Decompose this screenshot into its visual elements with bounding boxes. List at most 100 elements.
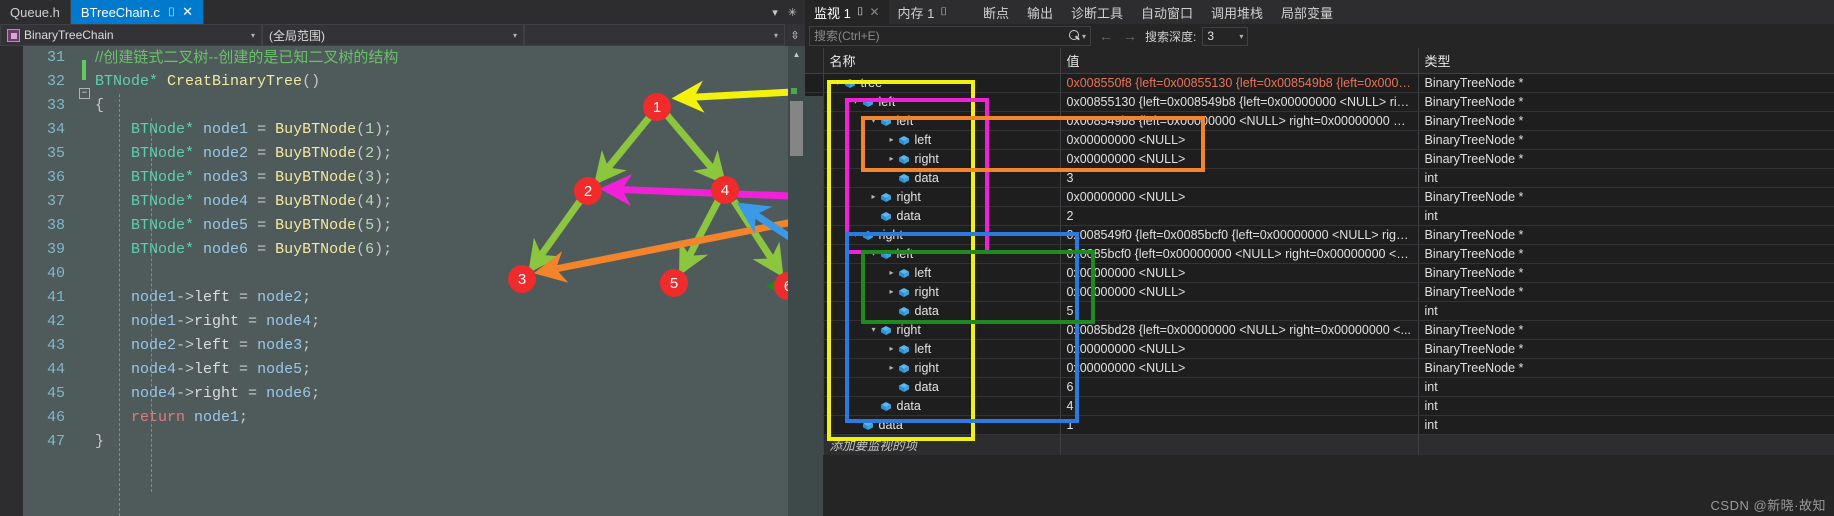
watch-row[interactable]: ▾ right 0x0085bd28 {left=0x00000000 <NULL>…	[805, 320, 1834, 340]
close-icon[interactable]: ✕	[869, 5, 879, 19]
code-line[interactable]: 37 BTNode* node4 = BuyBTNode(4);	[23, 190, 805, 214]
watch-name-cell[interactable]: ▸ right	[823, 282, 1061, 302]
collapsed-arrow-icon[interactable]: ▸	[886, 264, 898, 282]
watch-row[interactable]: data 6 int	[805, 377, 1834, 397]
tab-btreechain-c[interactable]: BTreeChain.c ⌷ ✕	[70, 0, 204, 24]
debug-tab-1[interactable]: 内存 1 ⌷	[889, 0, 956, 24]
collapsed-arrow-icon[interactable]: ▸	[886, 359, 898, 377]
debug-tab-2[interactable]: 断点	[974, 0, 1018, 24]
watch-name-cell[interactable]: data	[823, 415, 1061, 435]
watch-name-cell[interactable]: ▾ right	[823, 320, 1061, 340]
watch-row[interactable]: ▸ right 0x00000000 <NULL> BinaryTreeNode *	[805, 358, 1834, 378]
collapse-icon[interactable]: −	[79, 88, 90, 99]
watch-row[interactable]: ▾ left 0x008549b8 {left=0x00000000 <NULL> …	[805, 111, 1834, 131]
code-editor[interactable]: 31//创建链式二叉树--创建的是已知二叉树的结构 32− BTNode* Crea…	[0, 46, 805, 516]
watch-row[interactable]: ▾ tree 0x008550f8 {left=0x00855130 {left=0…	[805, 73, 1834, 93]
collapsed-arrow-icon[interactable]: ▸	[886, 131, 898, 149]
watch-row[interactable]: ▸ right 0x00000000 <NULL> BinaryTreeNode *	[805, 187, 1834, 207]
chevron-down-icon[interactable]: ▾	[1082, 32, 1086, 41]
member-scope-dropdown[interactable]: (全局范围) ▾	[262, 24, 524, 46]
search-input-wrapper[interactable]: ▾	[809, 26, 1091, 46]
collapsed-arrow-icon[interactable]: ▸	[886, 283, 898, 301]
gear-icon[interactable]: ✳	[788, 6, 797, 19]
watch-value-cell[interactable]: 0x00000000 <NULL>	[1060, 358, 1419, 378]
code-line[interactable]: 33 {	[23, 94, 805, 118]
watch-row[interactable]: ▾ left 0x00855130 {left=0x008549b8 {left=0…	[805, 92, 1834, 112]
watch-value-cell[interactable]: 0x00000000 <NULL>	[1060, 263, 1419, 283]
search-input[interactable]	[814, 29, 1069, 43]
watch-value-cell[interactable]: 0x0085bcf0 {left=0x00000000 <NULL> right…	[1060, 244, 1419, 264]
watch-value-cell[interactable]: 0x00000000 <NULL>	[1060, 282, 1419, 302]
debug-tab-7[interactable]: 局部变量	[1272, 0, 1342, 24]
expanded-arrow-icon[interactable]: ▾	[832, 74, 844, 92]
search-prev-button[interactable]: ←	[1097, 28, 1115, 44]
watch-row[interactable]: ▸ right 0x00000000 <NULL> BinaryTreeNode *	[805, 282, 1834, 302]
expanded-arrow-icon[interactable]: ▾	[850, 226, 862, 244]
watch-name-cell[interactable]: ▾ left	[823, 244, 1061, 264]
watch-name-cell[interactable]: ▸ right	[823, 187, 1061, 207]
code-line[interactable]: 47}	[23, 430, 805, 454]
watch-row[interactable]: ▸ right 0x00000000 <NULL> BinaryTreeNode *	[805, 149, 1834, 169]
watch-row[interactable]: data 2 int	[805, 206, 1834, 226]
watch-value-cell[interactable]: 0x00000000 <NULL>	[1060, 149, 1419, 169]
watch-value-cell[interactable]: 4	[1060, 396, 1419, 416]
watch-row[interactable]: data 4 int	[805, 396, 1834, 416]
watch-name-cell[interactable]: ▸ left	[823, 130, 1061, 150]
watch-row[interactable]: ▾ left 0x0085bcf0 {left=0x00000000 <NULL> …	[805, 244, 1834, 264]
collapsed-arrow-icon[interactable]: ▸	[886, 340, 898, 358]
chevron-down-icon[interactable]: ▾	[772, 6, 778, 19]
debug-tab-0[interactable]: 监视 1 ⌷ ✕	[805, 0, 889, 24]
watch-name-cell[interactable]: data	[823, 377, 1061, 397]
code-line[interactable]: 34 BTNode* node1 = BuyBTNode(1);	[23, 118, 805, 142]
watch-name-cell[interactable]: ▾ left	[823, 111, 1061, 131]
watch-value-cell[interactable]: 5	[1060, 301, 1419, 321]
debug-tab-3[interactable]: 输出	[1018, 0, 1062, 24]
code-line[interactable]: 42 node1->right = node4;	[23, 310, 805, 334]
watch-value-cell[interactable]: 1	[1060, 415, 1419, 435]
search-depth-dropdown[interactable]: 3 ▾	[1202, 26, 1249, 46]
code-text-area[interactable]: 31//创建链式二叉树--创建的是已知二叉树的结构 32− BTNode* Crea…	[23, 46, 805, 516]
column-header-name[interactable]: 名称	[823, 48, 1061, 74]
watch-value-cell[interactable]: 0x008549b8 {left=0x00000000 <NULL> right…	[1060, 111, 1419, 131]
code-line[interactable]: 41 node1->left = node2;	[23, 286, 805, 310]
code-line[interactable]: 46 return node1;	[23, 406, 805, 430]
debug-tab-6[interactable]: 调用堆栈	[1202, 0, 1272, 24]
watch-value-cell[interactable]: 0x008549f0 {left=0x0085bcf0 {left=0x0000…	[1060, 225, 1419, 245]
watch-name-cell[interactable]: data	[823, 301, 1061, 321]
watch-name-cell[interactable]: data	[823, 396, 1061, 416]
watch-value-cell[interactable]: 0x00000000 <NULL>	[1060, 130, 1419, 150]
watch-value-cell[interactable]: 0x00855130 {left=0x008549b8 {left=0x0000…	[1060, 92, 1419, 112]
collapsed-arrow-icon[interactable]: ▸	[868, 188, 880, 206]
column-header-type[interactable]: 类型	[1418, 48, 1834, 74]
pin-icon[interactable]: ⌷	[168, 5, 175, 20]
code-line[interactable]: 38 BTNode* node5 = BuyBTNode(5);	[23, 214, 805, 238]
code-line[interactable]: 35 BTNode* node2 = BuyBTNode(2);	[23, 142, 805, 166]
code-line[interactable]: 44 node4->left = node5;	[23, 358, 805, 382]
pin-icon[interactable]: ⌷	[857, 6, 864, 19]
symbol-dropdown[interactable]: ▾	[524, 24, 785, 46]
tab-queue-h[interactable]: Queue.h	[0, 0, 71, 24]
code-line[interactable]: 39 BTNode* node6 = BuyBTNode(6);	[23, 238, 805, 262]
editor-vertical-scrollbar[interactable]: ▲	[788, 46, 805, 516]
search-next-button[interactable]: →	[1121, 28, 1139, 44]
watch-name-cell[interactable]: ▸ left	[823, 263, 1061, 283]
watch-name-cell[interactable]: data	[823, 206, 1061, 226]
watch-value-cell[interactable]: 0x00000000 <NULL>	[1060, 187, 1419, 207]
watch-name-cell[interactable]: ▾ right	[823, 225, 1061, 245]
split-editor-button[interactable]: ⇳	[785, 24, 805, 46]
close-icon[interactable]: ✕	[182, 4, 193, 20]
column-header-value[interactable]: 值	[1060, 48, 1419, 74]
watch-row[interactable]: ▸ left 0x00000000 <NULL> BinaryTreeNode *	[805, 130, 1834, 150]
expanded-arrow-icon[interactable]: ▾	[868, 245, 880, 263]
watch-row[interactable]: ▸ left 0x00000000 <NULL> BinaryTreeNode *	[805, 263, 1834, 283]
scrollbar-thumb[interactable]	[790, 101, 803, 156]
watch-value-cell[interactable]: 0x008550f8 {left=0x00855130 {left=0x0085…	[1060, 73, 1419, 93]
collapsed-arrow-icon[interactable]: ▸	[886, 150, 898, 168]
watch-value-cell[interactable]: 0x00000000 <NULL>	[1060, 339, 1419, 359]
search-icon[interactable]	[1068, 29, 1082, 43]
watch-row[interactable]: data 1 int	[805, 415, 1834, 435]
code-line[interactable]: 32 − BTNode* CreatBinaryTree()	[23, 70, 805, 99]
watch-value-cell[interactable]: 2	[1060, 206, 1419, 226]
watch-name-cell[interactable]: data	[823, 168, 1061, 188]
project-scope-dropdown[interactable]: BinaryTreeChain ▾	[0, 24, 262, 46]
